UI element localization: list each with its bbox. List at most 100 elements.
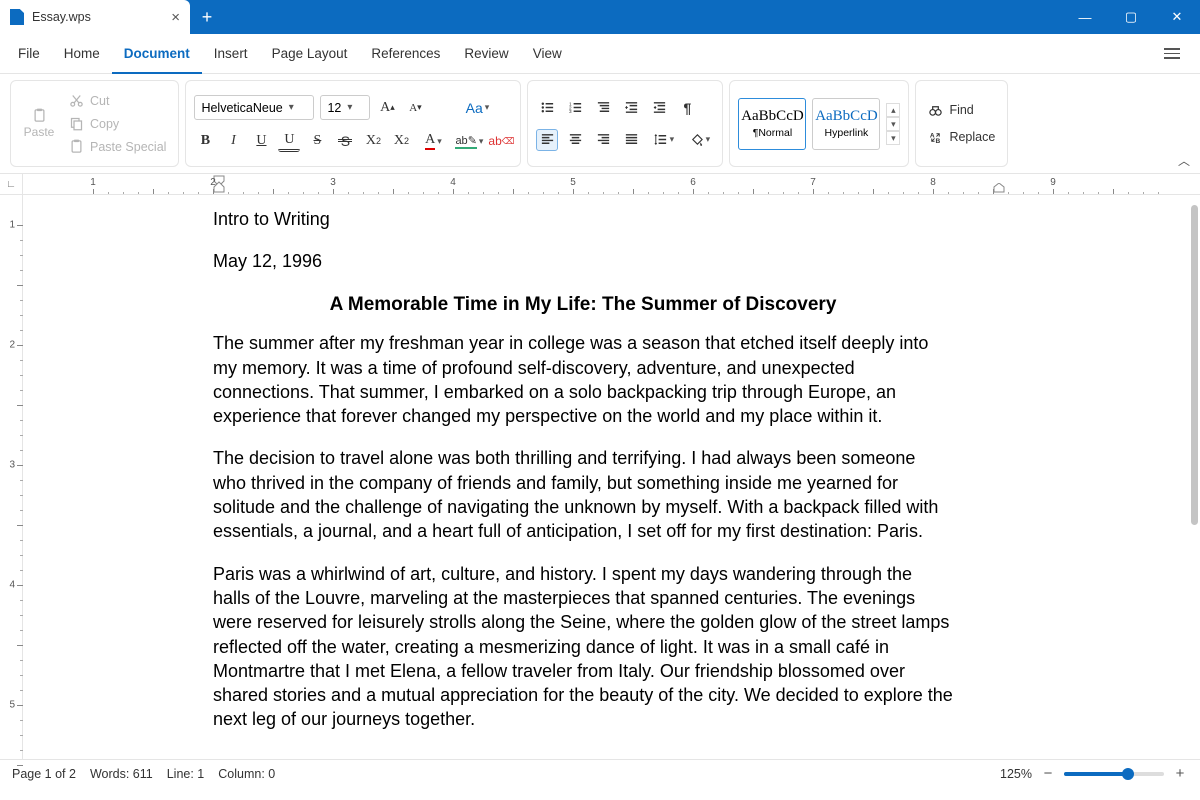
align-center-button[interactable]	[564, 129, 586, 151]
binoculars-icon	[928, 103, 943, 118]
menu-file[interactable]: File	[6, 34, 52, 74]
minimize-button[interactable]: ―	[1062, 0, 1108, 34]
cut-icon	[69, 93, 84, 108]
vertical-ruler[interactable]: 12345	[0, 195, 23, 759]
font-family-select[interactable]: HelveticaNeue▾	[194, 95, 314, 120]
paste-label: Paste	[24, 125, 55, 139]
bold-button[interactable]: B	[194, 130, 216, 152]
status-bar: Page 1 of 2 Words: 611 Line: 1 Column: 0…	[0, 759, 1200, 787]
doc-paragraph-2: The decision to travel alone was both th…	[213, 446, 953, 543]
copy-icon	[69, 116, 84, 131]
paste-special-label: Paste Special	[90, 140, 166, 154]
align-right-button[interactable]	[592, 129, 614, 151]
numbering-icon: 123	[568, 100, 583, 115]
tab-filename: Essay.wps	[32, 10, 91, 24]
menu-references[interactable]: References	[359, 34, 452, 74]
change-case-button[interactable]: Aa▾	[458, 97, 496, 119]
paste-button[interactable]: Paste	[19, 108, 59, 139]
styles-group: AaBbCcD ¶Normal AaBbCcD Hyperlink ▴ ▾ ▾	[729, 80, 909, 167]
status-column: Column: 0	[218, 767, 275, 781]
replace-icon: AB	[928, 130, 943, 145]
replace-button[interactable]: ABReplace	[924, 128, 999, 147]
styles-up-button[interactable]: ▴	[886, 103, 900, 117]
style-hyperlink[interactable]: AaBbCcD Hyperlink	[812, 98, 880, 150]
style-normal[interactable]: AaBbCcD ¶Normal	[738, 98, 806, 150]
doc-course-line: Intro to Writing	[213, 207, 953, 231]
paste-special-button[interactable]: Paste Special	[65, 137, 170, 156]
doc-title: A Memorable Time in My Life: The Summer …	[213, 292, 953, 318]
zoom-value: 125%	[1000, 767, 1032, 781]
justify-button[interactable]	[620, 129, 642, 151]
chevron-down-icon: ▾	[437, 136, 442, 147]
document-icon	[10, 9, 24, 25]
menu-home[interactable]: Home	[52, 34, 112, 74]
shading-button[interactable]: ▾	[684, 129, 714, 151]
outline-list-button[interactable]	[592, 97, 614, 119]
new-tab-button[interactable]: +	[190, 0, 224, 34]
double-strikethrough-button[interactable]: S	[334, 130, 356, 152]
grow-font-button[interactable]: A▴	[376, 97, 398, 119]
indent-icon	[652, 100, 667, 115]
status-page: Page 1 of 2	[12, 767, 76, 781]
highlight-color-button[interactable]: ab✎▾	[454, 130, 484, 152]
increase-indent-button[interactable]	[648, 97, 670, 119]
find-button[interactable]: Find	[924, 101, 999, 120]
menu-review[interactable]: Review	[452, 34, 520, 74]
change-case-label: Aa	[466, 100, 483, 116]
page-viewport: Intro to Writing May 12, 1996 A Memorabl…	[23, 195, 1200, 759]
editor-area: 12345 Intro to Writing May 12, 1996 A Me…	[0, 195, 1200, 759]
zoom-out-button[interactable]: −	[1040, 765, 1056, 782]
cut-button[interactable]: Cut	[65, 91, 170, 110]
document-page[interactable]: Intro to Writing May 12, 1996 A Memorabl…	[83, 195, 1083, 759]
superscript-button[interactable]: X2	[362, 130, 384, 152]
document-tab[interactable]: Essay.wps ×	[0, 0, 190, 34]
styles-scroll: ▴ ▾ ▾	[886, 101, 900, 147]
close-tab-icon[interactable]: ×	[171, 9, 180, 26]
font-group: HelveticaNeue▾ 12▾ A▴ A▾ Aa▾ B I U U S S…	[185, 80, 521, 167]
align-right-icon	[596, 132, 611, 147]
styles-more-button[interactable]: ▾	[886, 131, 900, 145]
decrease-indent-button[interactable]	[620, 97, 642, 119]
show-formatting-button[interactable]: ¶	[676, 97, 698, 119]
line-spacing-button[interactable]: ▾	[648, 129, 678, 151]
paint-bucket-icon	[689, 132, 704, 147]
overflow-menu-button[interactable]	[1150, 34, 1194, 74]
horizontal-ruler[interactable]: ∟ 123456789	[0, 174, 1200, 195]
styles-down-button[interactable]: ▾	[886, 117, 900, 131]
menu-insert[interactable]: Insert	[202, 34, 260, 74]
vertical-scrollbar[interactable]	[1191, 205, 1198, 525]
subscript-button[interactable]: X2	[390, 130, 412, 152]
numbered-list-button[interactable]: 123	[564, 97, 586, 119]
align-left-button[interactable]	[536, 129, 558, 151]
clear-formatting-button[interactable]: ab⌫	[490, 130, 512, 152]
svg-text:3: 3	[569, 109, 572, 114]
collapse-ribbon-button[interactable]: ︿	[1178, 152, 1190, 169]
italic-button[interactable]: I	[222, 130, 244, 152]
underline-button[interactable]: U	[250, 130, 272, 152]
close-window-button[interactable]: ✕	[1154, 0, 1200, 34]
double-underline-button[interactable]: U	[278, 130, 300, 152]
strikethrough-button[interactable]: S	[306, 130, 328, 152]
copy-button[interactable]: Copy	[65, 114, 170, 133]
font-color-button[interactable]: A▾	[418, 130, 448, 152]
menu-page-layout[interactable]: Page Layout	[260, 34, 360, 74]
ribbon: Paste Cut Copy Paste Special HelveticaNe…	[0, 74, 1200, 174]
shrink-font-button[interactable]: A▾	[404, 97, 426, 119]
doc-paragraph-3: Paris was a whirlwind of art, culture, a…	[213, 562, 953, 732]
maximize-button[interactable]: ▢	[1108, 0, 1154, 34]
chevron-down-icon: ▾	[289, 102, 294, 113]
menu-document[interactable]: Document	[112, 34, 202, 74]
paste-icon	[32, 108, 47, 123]
style-normal-label: ¶Normal	[753, 127, 792, 139]
align-left-icon	[540, 132, 555, 147]
style-normal-preview: AaBbCcD	[741, 108, 804, 125]
zoom-slider[interactable]	[1064, 772, 1164, 776]
font-size-select[interactable]: 12▾	[320, 95, 370, 120]
find-label: Find	[949, 103, 973, 117]
menu-view[interactable]: View	[521, 34, 574, 74]
bullet-list-button[interactable]	[536, 97, 558, 119]
right-indent-marker[interactable]	[993, 183, 1005, 193]
cut-label: Cut	[90, 94, 109, 108]
ruler-corner: ∟	[0, 174, 23, 194]
zoom-in-button[interactable]: +	[1172, 765, 1188, 782]
